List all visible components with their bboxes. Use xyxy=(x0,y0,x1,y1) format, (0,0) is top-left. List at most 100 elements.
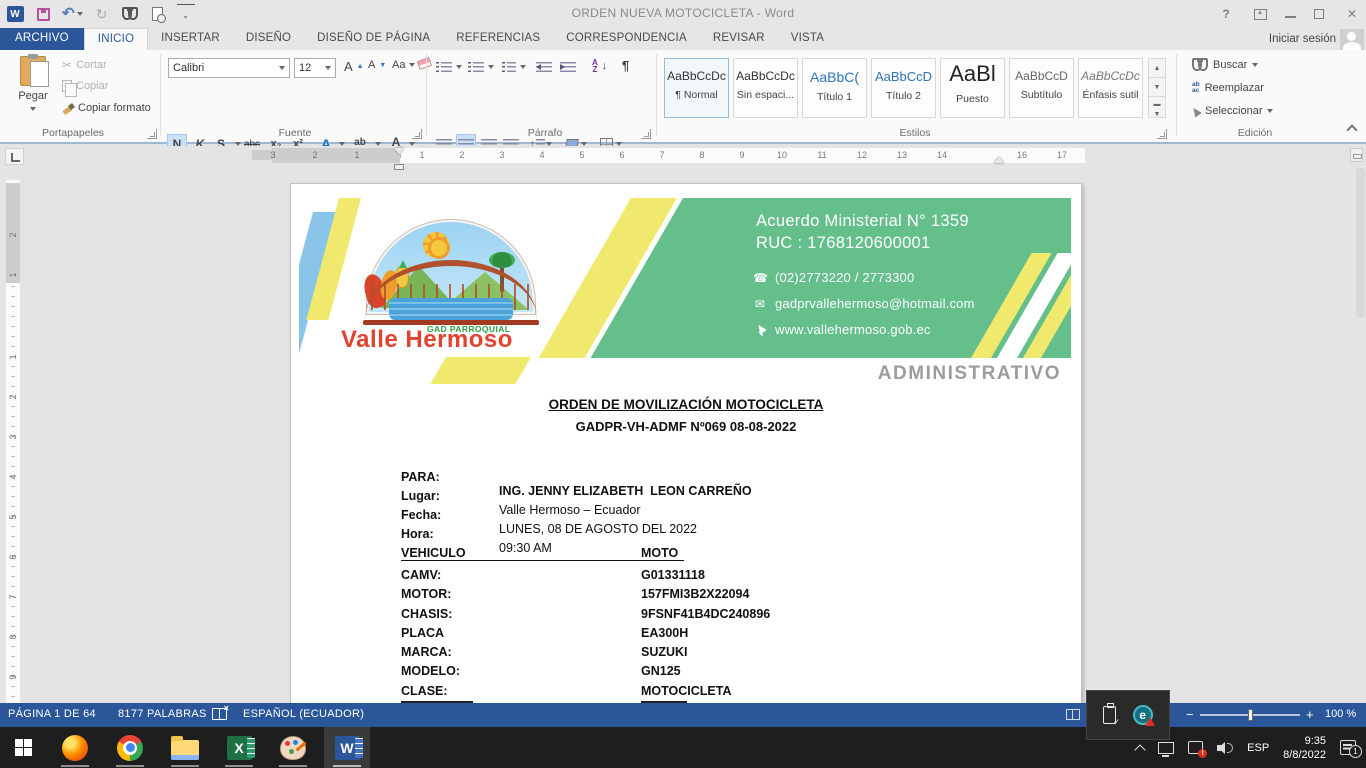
style-titulo-2[interactable]: AaBbCcDTítulo 2 xyxy=(871,58,936,118)
right-indent-marker[interactable] xyxy=(994,157,1004,163)
zoom-out-button[interactable]: − xyxy=(1186,707,1194,722)
vertical-scrollbar[interactable] xyxy=(1356,168,1365,318)
firefox-icon xyxy=(62,735,88,761)
tab-diseno[interactable]: DISEÑO xyxy=(233,28,304,50)
paste-button[interactable]: Pegar xyxy=(10,56,56,132)
bullet-list-button[interactable] xyxy=(436,61,462,73)
font-size-combo[interactable]: 12 xyxy=(294,58,336,78)
tab-correspondencia[interactable]: CORRESPONDENCIA xyxy=(553,28,700,50)
tab-diseno-pagina[interactable]: DISEÑO DE PÁGINA xyxy=(304,28,443,50)
tab-archivo[interactable]: ARCHIVO xyxy=(0,28,84,50)
proofing-error-icon[interactable] xyxy=(212,708,227,720)
read-mode-button[interactable] xyxy=(1066,709,1080,720)
word-count[interactable]: 8177 PALABRAS xyxy=(118,708,207,720)
paragraph-dialog-launcher[interactable] xyxy=(641,129,651,139)
font-dialog-launcher[interactable] xyxy=(412,129,422,139)
tab-insertar[interactable]: INSERTAR xyxy=(148,28,233,50)
speaker-icon[interactable] xyxy=(1217,741,1233,755)
taskbar-word[interactable]: W xyxy=(324,727,370,768)
sort-button[interactable]: AZ↓ xyxy=(592,59,607,73)
tab-revisar[interactable]: REVISAR xyxy=(700,28,778,50)
ruler-number: 6 xyxy=(602,150,642,160)
decrease-indent-icon xyxy=(536,61,552,73)
style-titulo-1[interactable]: AaBbC(Título 1 xyxy=(802,58,867,118)
font-family-combo[interactable]: Calibri xyxy=(168,58,290,78)
help-button[interactable]: ? xyxy=(1216,7,1236,21)
ribbon-display-options-button[interactable] xyxy=(1254,9,1267,20)
style-subtitulo[interactable]: AaBbCcDSubtítulo xyxy=(1009,58,1074,118)
show-marks-button[interactable]: ¶ xyxy=(622,58,629,73)
decrease-indent-button[interactable] xyxy=(536,61,552,73)
restore-button[interactable] xyxy=(1314,9,1324,19)
tab-stop-selector[interactable] xyxy=(5,148,24,165)
vertical-ruler[interactable]: 2 1 1 2 3 4 5 6 7 8 9 xyxy=(6,180,20,703)
style-puesto[interactable]: AaBlPuesto xyxy=(940,58,1005,118)
ruler-toggle-button[interactable] xyxy=(1350,148,1363,162)
clipboard-dialog-launcher[interactable] xyxy=(147,129,157,139)
zoom-slider-thumb[interactable] xyxy=(1248,709,1253,721)
vehicle-row: CAMV: G01331118 xyxy=(291,568,1081,587)
tab-vista[interactable]: VISTA xyxy=(778,28,837,50)
styles-scroll-down[interactable]: ▼ xyxy=(1148,77,1166,97)
usb-device-icon[interactable] xyxy=(1103,706,1116,724)
security-alert-icon[interactable] xyxy=(1188,741,1203,754)
paragraph-group-label: Párrafo xyxy=(490,127,600,139)
clear-formatting-button[interactable] xyxy=(418,59,431,68)
zoom-in-button[interactable]: + xyxy=(1306,707,1314,722)
excel-icon: X xyxy=(227,736,252,760)
windows-logo-icon xyxy=(15,739,32,756)
user-avatar[interactable] xyxy=(1340,29,1364,50)
keyboard-language[interactable]: ESP xyxy=(1247,742,1269,754)
select-button[interactable]: Seleccionar xyxy=(1192,105,1273,117)
vehicle-rows: CAMV: G01331118 MOTOR: 157FMI3B2X22094 C… xyxy=(291,568,1081,703)
increase-indent-button[interactable] xyxy=(560,61,576,73)
numbered-list-button[interactable] xyxy=(468,61,494,73)
zoom-level[interactable]: 100 % xyxy=(1325,708,1356,720)
style-enfasis-sutil[interactable]: AaBbCcDcÉnfasis sutil xyxy=(1078,58,1143,118)
network-icon[interactable] xyxy=(1158,742,1174,754)
vehicle-label: PLACA xyxy=(401,626,444,640)
show-hidden-icons-button[interactable] xyxy=(1134,744,1145,755)
styles-dialog-launcher[interactable] xyxy=(1157,129,1167,139)
styles-scroll-up[interactable]: ▲ xyxy=(1148,58,1166,78)
action-center-icon[interactable]: 1 xyxy=(1340,740,1356,755)
multilevel-list-icon xyxy=(500,61,516,73)
copy-button[interactable]: Copiar xyxy=(62,80,108,92)
hanging-indent-marker[interactable] xyxy=(394,164,404,170)
collapse-ribbon-button[interactable] xyxy=(1346,124,1357,135)
antivirus-icon[interactable]: e xyxy=(1133,705,1153,725)
grow-font-button[interactable]: A▲ xyxy=(344,59,364,74)
close-button[interactable]: ✕ xyxy=(1342,7,1362,21)
multilevel-list-button[interactable] xyxy=(500,61,526,73)
system-tray: ESP 9:35 8/8/2022 1 xyxy=(1136,727,1366,768)
taskbar-file-explorer[interactable] xyxy=(162,727,208,768)
styles-gallery-more[interactable]: ▬▼ xyxy=(1148,96,1166,118)
taskbar-paint[interactable] xyxy=(270,727,316,768)
taskbar-chrome[interactable] xyxy=(107,727,153,768)
tab-inicio[interactable]: INICIO xyxy=(84,28,148,50)
taskbar-firefox[interactable] xyxy=(52,727,98,768)
taskbar-excel[interactable]: X xyxy=(216,727,262,768)
vehicle-row: MOTOR: 157FMI3B2X22094 xyxy=(291,587,1081,606)
shrink-font-button[interactable]: A▼ xyxy=(368,59,386,71)
cut-button[interactable]: ✂Cortar xyxy=(62,58,107,72)
minimize-button[interactable] xyxy=(1285,10,1296,18)
replace-button[interactable]: abacReemplazar xyxy=(1192,82,1264,94)
style-normal[interactable]: AaBbCcDc¶ Normal xyxy=(664,58,729,118)
ruler-number: 2 xyxy=(442,150,482,160)
style-sin-espaciado[interactable]: AaBbCcDcSin espaci... xyxy=(733,58,798,118)
clock[interactable]: 9:35 8/8/2022 xyxy=(1283,734,1326,762)
find-menu-button[interactable]: Buscar xyxy=(1192,59,1258,71)
horizontal-ruler[interactable]: 321 12345678910111213141617 xyxy=(272,148,1085,163)
format-painter-button[interactable]: Copiar formato xyxy=(62,102,151,114)
change-case-button[interactable]: Aa xyxy=(392,59,415,71)
tab-referencias[interactable]: REFERENCIAS xyxy=(443,28,553,50)
page-indicator[interactable]: PÁGINA 1 DE 64 xyxy=(8,708,96,720)
sign-in-link[interactable]: Iniciar sesión xyxy=(1269,33,1336,45)
first-line-indent-marker[interactable] xyxy=(394,148,404,154)
document-page[interactable]: Valle Hermoso GAD PARROQUIAL Acuerdo Min… xyxy=(290,183,1082,703)
vehicle-value: GN125 xyxy=(641,664,681,678)
start-button[interactable] xyxy=(0,727,46,768)
vehicle-row: MODELO: GN125 xyxy=(291,664,1081,683)
language-indicator[interactable]: ESPAÑOL (ECUADOR) xyxy=(243,708,364,720)
